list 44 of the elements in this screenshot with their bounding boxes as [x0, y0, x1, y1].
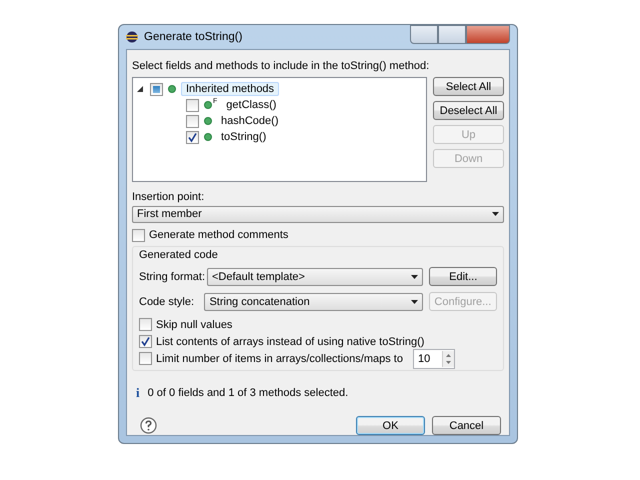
- tree-item[interactable]: Inherited methods: [181, 82, 280, 96]
- string-format-dropdown[interactable]: <Default template>: [207, 268, 424, 286]
- string-format-label: String format:: [139, 270, 203, 282]
- group-title: Generated code: [139, 249, 218, 261]
- method-icon: [168, 85, 176, 93]
- ok-button[interactable]: OK: [356, 416, 425, 435]
- checkbox[interactable]: [186, 114, 199, 128]
- spinner-arrows-icon[interactable]: [442, 350, 454, 366]
- edit-button[interactable]: Edit...: [429, 267, 497, 286]
- checkbox-label: Skip null values: [156, 318, 232, 330]
- insertion-point-label: Insertion point:: [132, 191, 206, 203]
- minimize-button[interactable]: [410, 25, 438, 44]
- window-title: Generate toString(): [144, 31, 242, 43]
- insertion-point-dropdown[interactable]: First member: [132, 206, 504, 223]
- members-label: Select fields and methods to include in the toString() method:: [132, 60, 430, 72]
- status-message: 0 of 0 fields and 1 of 3 methods selected.: [148, 387, 348, 399]
- help-icon[interactable]: [140, 417, 157, 434]
- code-style-dropdown[interactable]: String concatenation: [204, 292, 423, 310]
- info-icon: i: [136, 385, 140, 401]
- maximize-button[interactable]: [438, 25, 466, 44]
- checkbox-label: List contents of arrays instead of using native toString(): [156, 336, 424, 348]
- expanded-arrow-icon[interactable]: [137, 86, 143, 92]
- checkbox[interactable]: [132, 228, 145, 242]
- checkbox-label: Limit number of items in arrays/collections/maps to: [156, 352, 403, 364]
- close-button[interactable]: [466, 25, 510, 44]
- code-style-label: Code style:: [139, 296, 196, 308]
- checkbox[interactable]: [186, 98, 199, 112]
- checkbox[interactable]: [150, 82, 163, 96]
- checkbox[interactable]: [139, 335, 152, 348]
- checkbox[interactable]: [139, 352, 152, 365]
- checkbox[interactable]: [139, 318, 152, 331]
- side-button[interactable]: Deselect All: [433, 101, 504, 120]
- app-icon: [126, 31, 138, 43]
- side-button[interactable]: Select All: [433, 77, 504, 96]
- number-spinner[interactable]: 10: [412, 348, 455, 368]
- tree-item[interactable]: toString(): [217, 131, 270, 143]
- dropdown-arrow-icon: [411, 274, 418, 278]
- tree-item[interactable]: hashCode(): [217, 115, 282, 127]
- tree-item[interactable]: getClass(): [222, 99, 280, 111]
- cancel-button[interactable]: Cancel: [432, 416, 501, 435]
- checkbox[interactable]: [186, 130, 199, 144]
- dropdown-arrow-icon: [410, 300, 418, 304]
- dropdown-arrow-icon: [492, 212, 499, 216]
- checkbox-label: Generate method comments: [149, 229, 288, 242]
